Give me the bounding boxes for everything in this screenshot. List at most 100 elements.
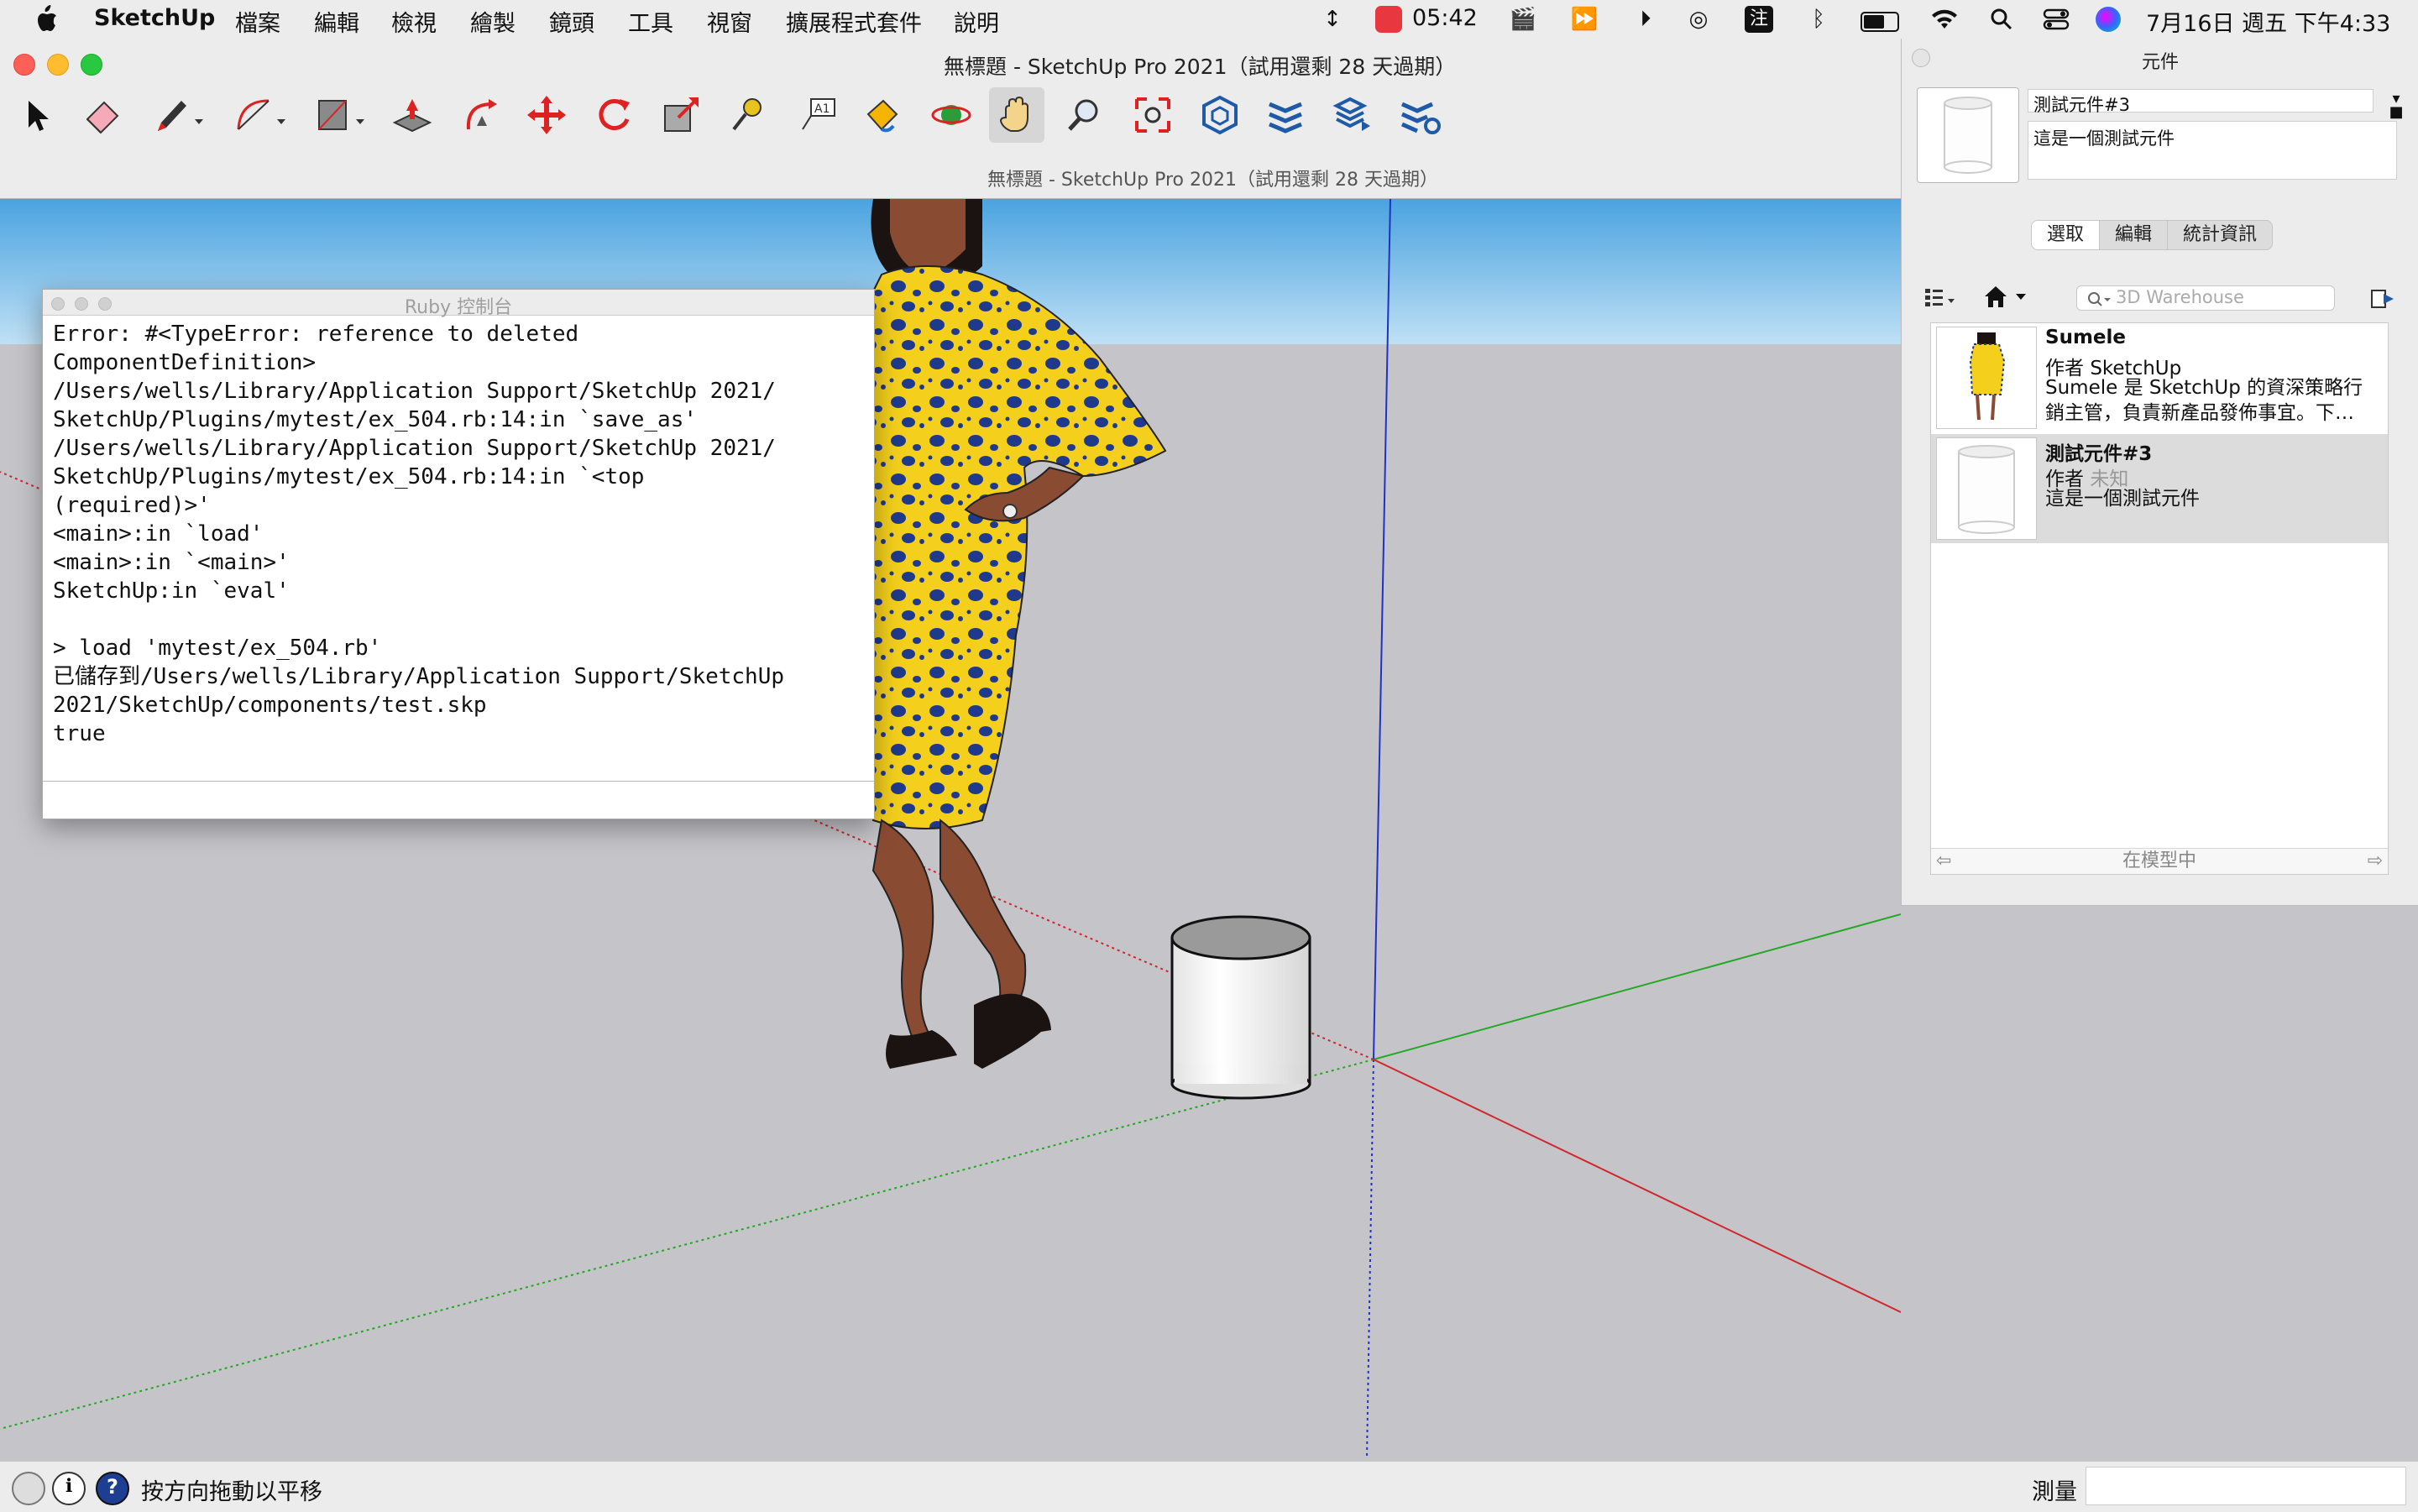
- shapes-tool-button[interactable]: [304, 87, 379, 143]
- console-line: SketchUp/Plugins/mytest/ex_504.rb:14:in …: [53, 407, 698, 432]
- window-toolbar-area: 無標題 - SketchUp Pro 2021（試用還剩 28 天過期） 無標題…: [0, 39, 1901, 199]
- menu-edit[interactable]: 編輯: [314, 5, 359, 38]
- ruby-console-titlebar[interactable]: Ruby 控制台: [43, 290, 874, 318]
- text-tool-button[interactable]: A1: [789, 87, 845, 143]
- console-line: 2021/SketchUp/components/test.skp: [53, 693, 487, 718]
- selected-component-thumbnail[interactable]: [1917, 87, 2019, 183]
- magnifier-icon: [1068, 99, 1098, 131]
- panel-title: 元件: [2141, 52, 2179, 73]
- list-item[interactable]: Sumele 作者 SketchUp Sumele 是 SketchUp 的資深…: [1931, 323, 2388, 432]
- tape-measure-tool-button[interactable]: [720, 87, 776, 143]
- close-window-button[interactable]: [13, 54, 35, 76]
- console-line: Error: #<TypeError: reference to deleted: [53, 322, 579, 347]
- apple-icon[interactable]: [34, 5, 59, 34]
- toolbar-subtitle: 無標題 - SketchUp Pro 2021（試用還剩 28 天過期）: [987, 170, 1438, 191]
- menu-extensions[interactable]: 擴展程式套件: [786, 5, 922, 38]
- wifi-icon[interactable]: [1929, 6, 1960, 33]
- app-menu[interactable]: SketchUp: [94, 5, 215, 31]
- view-options-icon[interactable]: [1925, 287, 1959, 309]
- orbit-icon: [931, 105, 971, 125]
- menu-help[interactable]: 說明: [954, 5, 999, 38]
- siri-icon[interactable]: [2096, 7, 2121, 32]
- menu-tools[interactable]: 工具: [628, 5, 673, 38]
- menu-camera[interactable]: 鏡頭: [549, 5, 594, 38]
- menu-draw[interactable]: 繪製: [470, 5, 516, 38]
- browse-bar: 3D Warehouse: [1917, 277, 2412, 319]
- credits-icon[interactable]: ℹ: [52, 1472, 86, 1505]
- menu-window[interactable]: 視窗: [707, 5, 752, 38]
- ruby-console-title: Ruby 控制台: [404, 297, 513, 318]
- component-description-field[interactable]: 這是一個測試元件: [2028, 121, 2397, 180]
- in-model-label: 在模型中: [2122, 850, 2196, 871]
- tab-edit[interactable]: 編輯: [2100, 221, 2169, 249]
- details-menu-icon[interactable]: [2368, 287, 2397, 311]
- menu-view[interactable]: 檢視: [391, 5, 437, 38]
- zoom-extents-tool-button[interactable]: [1125, 87, 1180, 143]
- warehouse-icon: [1202, 95, 1238, 135]
- zoom-window-button[interactable]: [81, 54, 102, 76]
- pan-tool-button[interactable]: [989, 87, 1044, 143]
- sort-arrows-icon[interactable]: ↕: [1320, 6, 1345, 33]
- clock-badge[interactable]: 05:42: [1412, 5, 1478, 31]
- test-component-cylinder[interactable]: [1170, 915, 1311, 1100]
- app-badge-icon[interactable]: [1375, 6, 1402, 33]
- airdrop-icon[interactable]: ◎: [1684, 6, 1713, 33]
- ruby-console-input[interactable]: [43, 781, 874, 819]
- select-tool-button[interactable]: [8, 87, 64, 143]
- list-footer: ⇦ 在模型中 ⇨: [1931, 848, 2388, 874]
- details-arrow-icon[interactable]: ▾ ■: [2387, 92, 2405, 121]
- list-item[interactable]: 測試元件#3 作者 未知 這是一個測試元件: [1931, 434, 2388, 543]
- scale-icon: [664, 97, 699, 132]
- input-method-icon[interactable]: 注: [1745, 6, 1773, 33]
- component-list: Sumele 作者 SketchUp Sumele 是 SketchUp 的資深…: [1930, 322, 2389, 875]
- search-icon[interactable]: [1988, 6, 2015, 33]
- tab-statistics[interactable]: 統計資訊: [2168, 221, 2272, 249]
- eraser-icon: [86, 101, 119, 134]
- fast-forward-icon[interactable]: ⏩: [1567, 6, 1602, 33]
- console-line: /Users/wells/Library/Application Support…: [53, 436, 776, 461]
- paint-bucket-tool-button[interactable]: [855, 87, 910, 143]
- clapper-icon[interactable]: 🎬: [1506, 6, 1540, 33]
- geo-location-icon[interactable]: [12, 1472, 45, 1505]
- svg-text:A1: A1: [814, 102, 830, 116]
- control-center-icon[interactable]: [2042, 6, 2070, 33]
- move-icon: [527, 96, 566, 134]
- follow-me-tool-button[interactable]: [453, 87, 509, 143]
- move-tool-button[interactable]: [519, 87, 574, 143]
- arc-tool-button[interactable]: [223, 87, 299, 143]
- eraser-tool-button[interactable]: [74, 87, 129, 143]
- component-name-field[interactable]: 測試元件#3: [2028, 89, 2374, 115]
- rotate-tool-button[interactable]: [586, 87, 641, 143]
- scale-tool-button[interactable]: [653, 87, 709, 143]
- warehouse-button[interactable]: [1192, 87, 1248, 143]
- menu-file[interactable]: 檔案: [235, 5, 280, 38]
- push-pull-tool-button[interactable]: [385, 87, 440, 143]
- extension-warehouse-button[interactable]: [1258, 87, 1313, 143]
- console-line: (required)>': [53, 493, 211, 518]
- play-circle-icon[interactable]: ⏵: [1632, 6, 1659, 33]
- extension-manager-button[interactable]: [1392, 87, 1447, 143]
- help-icon[interactable]: ?: [96, 1472, 129, 1505]
- bluetooth-icon[interactable]: ᛒ: [1807, 6, 1830, 33]
- battery-icon[interactable]: [1861, 12, 1899, 32]
- home-icon[interactable]: [1982, 284, 2034, 311]
- tape-measure-icon: [732, 98, 762, 131]
- console-line: ComponentDefinition>: [53, 350, 317, 375]
- orbit-tool-button[interactable]: [924, 87, 979, 143]
- minimize-window-button[interactable]: [47, 54, 69, 76]
- tab-select[interactable]: 選取: [2032, 221, 2101, 249]
- forward-arrow-icon[interactable]: ⇨: [2368, 849, 2383, 874]
- console-line: true: [53, 721, 106, 746]
- arc-icon: [237, 99, 285, 130]
- back-arrow-icon[interactable]: ⇦: [1936, 849, 1951, 874]
- warehouse-search-input[interactable]: 3D Warehouse: [2076, 285, 2335, 311]
- layout-button[interactable]: [1325, 87, 1380, 143]
- zoom-tool-button[interactable]: [1056, 87, 1112, 143]
- menubar-datetime[interactable]: 7月16日 週五 下午4:33: [2146, 5, 2390, 38]
- pencil-tool-button[interactable]: [143, 87, 218, 143]
- menu-bar: SketchUp 檔案 編輯 檢視 繪製 鏡頭 工具 視窗 擴展程式套件 說明 …: [0, 0, 2418, 39]
- measurements-input[interactable]: [2086, 1467, 2406, 1505]
- send-to-layout-icon: [1332, 97, 1370, 131]
- follow-me-icon: [466, 99, 497, 130]
- list-item-name: 測試元件#3: [2045, 443, 2153, 465]
